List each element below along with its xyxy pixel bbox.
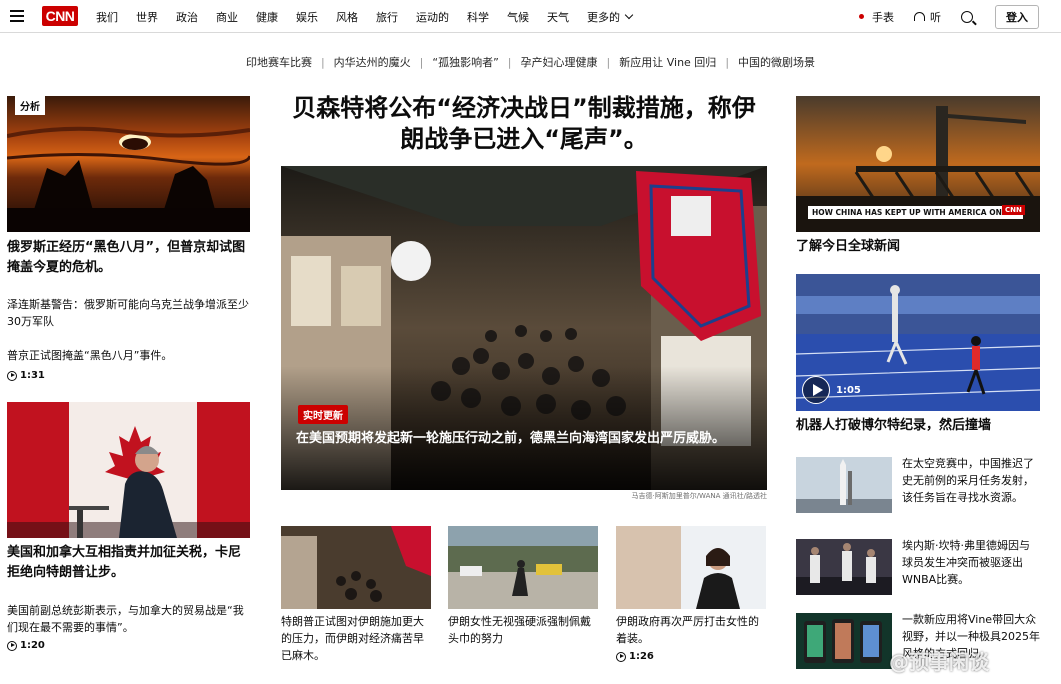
phones-scene <box>796 613 892 669</box>
trending-link[interactable]: 孕产妇心理健康 <box>521 54 598 70</box>
left-story-link-2[interactable]: 普京正试图掩盖“黑色八月”事件。 <box>7 347 252 364</box>
nav-link-science[interactable]: 科学 <box>467 9 489 25</box>
vine-app-photo[interactable] <box>796 613 892 669</box>
play-icon <box>7 640 17 651</box>
watch-label: 手表 <box>872 10 894 24</box>
street-scene <box>448 526 598 609</box>
thumb-scene <box>281 526 431 609</box>
video-play-badge[interactable]: 1:05 <box>802 376 861 404</box>
divider: | <box>419 55 424 69</box>
robot-race-video-thumb[interactable]: 1:05 <box>796 274 1040 411</box>
watch-button[interactable]: 手表 <box>859 9 894 25</box>
trending-bar: 印地赛车比赛 | 内华达州的魔火 | “孤独影响者” | 孕产妇心理健康 | 新应用让 … <box>0 54 1061 70</box>
video-duration[interactable]: 1:31 <box>7 370 45 381</box>
right-headline-2[interactable]: 机器人打破博尔特纪录，然后撞墙 <box>796 416 1040 436</box>
cnn-bug-logo: CNN <box>1002 205 1025 215</box>
video-duration[interactable]: 1:26 <box>616 651 654 662</box>
right-story-2[interactable]: 埃内斯·坎特·弗里德姆因与球员发生冲突而被驱逐出WNBA比赛。 <box>902 537 1040 588</box>
watermark-text: @预事闲谈 <box>889 650 989 674</box>
duration-label: 1:31 <box>20 370 45 381</box>
play-icon <box>7 370 17 381</box>
right-story-1[interactable]: 在太空竞赛中，中国推迟了史无前例的采月任务发射，该任务旨在寻找水资源。 <box>902 455 1040 506</box>
listen-label: 听 <box>930 10 941 24</box>
right-headline-1[interactable]: 了解今日全球新闻 <box>796 237 1040 257</box>
anchor-scene <box>616 526 766 609</box>
nav-link-world[interactable]: 世界 <box>136 9 158 25</box>
rocket-launch-photo[interactable] <box>796 457 892 513</box>
video-duration[interactable]: 1:20 <box>7 640 45 651</box>
thumb-street-photo[interactable] <box>448 526 598 609</box>
canada-flag-photo[interactable] <box>7 402 250 538</box>
china-ai-video-thumb[interactable]: HOW CHINA HAS KEPT UP WITH AMERICA ON A.… <box>796 96 1040 232</box>
live-updates-badge: 实时更新 <box>298 405 348 424</box>
divider: | <box>606 55 611 69</box>
analysis-tag: 分析 <box>15 96 45 115</box>
thumb-bazaar-photo[interactable] <box>281 526 431 609</box>
live-dot-icon <box>859 14 864 19</box>
menu-icon[interactable] <box>10 10 24 22</box>
play-icon <box>616 651 626 662</box>
trending-link[interactable]: 中国的微剧场景 <box>738 54 815 70</box>
nav-link-entertainment[interactable]: 娱乐 <box>296 9 318 25</box>
eclipse-photo[interactable]: 分析 <box>7 96 250 232</box>
divider: | <box>507 55 512 69</box>
trending-link[interactable]: “孤独影响者” <box>432 54 498 70</box>
nav-link-us[interactable]: 我们 <box>96 9 118 25</box>
thumb-anchor-photo[interactable] <box>616 526 766 609</box>
nav-link-sports[interactable]: 运动的 <box>416 9 449 25</box>
duration-label: 1:20 <box>20 640 45 651</box>
nav-utilities: 手表 听 登入 <box>859 0 1039 33</box>
thumb-story-3[interactable]: 伊朗政府再次严厉打击女性的着装。 <box>616 613 768 647</box>
left-headline-2[interactable]: 美国和加拿大互相指责并加征关税，卡尼拒绝向特朗普让步。 <box>7 543 252 583</box>
listen-button[interactable]: 听 <box>914 9 941 25</box>
flag-scene <box>7 402 250 538</box>
photo-credit: 马吉德·阿斯加里普尔/WANA 通讯社/路透社 <box>631 492 767 500</box>
nav-link-weather[interactable]: 天气 <box>547 9 569 25</box>
search-icon[interactable] <box>961 10 973 23</box>
nav-more-label: 更多的 <box>587 10 620 24</box>
rocket-scene <box>796 457 892 513</box>
headphones-icon <box>914 12 925 21</box>
top-navigation: CNN 我们 世界 政治 商业 健康 娱乐 风格 旅行 运动的 科学 气候 天气… <box>0 0 1061 33</box>
login-button[interactable]: 登入 <box>995 4 1039 29</box>
trending-link[interactable]: 印地赛车比赛 <box>246 54 312 70</box>
duration-label: 1:26 <box>629 651 654 662</box>
divider: | <box>320 55 325 69</box>
eclipse-scene <box>7 126 250 232</box>
basketball-photo[interactable] <box>796 539 892 595</box>
left-story-link-3[interactable]: 美国前副总统彭斯表示，与加拿大的贸易战是“我们现在最不需要的事情”。 <box>7 602 252 636</box>
nav-link-style[interactable]: 风格 <box>336 9 358 25</box>
nav-link-health[interactable]: 健康 <box>256 9 278 25</box>
nav-link-travel[interactable]: 旅行 <box>376 9 398 25</box>
video-caption-bar: HOW CHINA HAS KEPT UP WITH AMERICA ON A.… <box>808 206 1023 219</box>
duration-label: 1:05 <box>836 384 861 396</box>
nav-links: 我们 世界 政治 商业 健康 娱乐 风格 旅行 运动的 科学 气候 天气 更多的 <box>96 0 650 33</box>
nav-link-business[interactable]: 商业 <box>216 9 238 25</box>
trending-link[interactable]: 新应用让 Vine 回归 <box>619 54 716 70</box>
thumb-story-1[interactable]: 特朗普正试图对伊朗施加更大的压力，而伊朗对经济痛苦早已麻木。 <box>281 613 433 664</box>
nav-link-climate[interactable]: 气候 <box>507 9 529 25</box>
lead-overlay-text[interactable]: 在美国预期将发起新一轮施压行动之前，德黑兰向海湾国家发出严厉威胁。 <box>296 430 756 448</box>
play-icon <box>802 376 830 404</box>
trending-link[interactable]: 内华达州的魔火 <box>334 54 411 70</box>
left-story-link-1[interactable]: 泽连斯基警告：俄罗斯可能向乌克兰战争增派至少30万军队 <box>7 296 252 330</box>
chevron-down-icon <box>624 10 634 19</box>
basketball-scene <box>796 539 892 595</box>
left-headline-1[interactable]: 俄罗斯正经历“黑色八月”，但普京却试图掩盖今夏的危机。 <box>7 238 252 278</box>
nav-more-button[interactable]: 更多的 <box>587 9 634 25</box>
thumb-story-2[interactable]: 伊朗女性无视强硬派强制佩戴头巾的努力 <box>448 613 600 647</box>
divider: | <box>725 55 730 69</box>
cnn-logo[interactable]: CNN <box>42 6 78 26</box>
lead-headline[interactable]: 贝森特将公布“经济决战日”制裁措施，称伊朗战争已进入“尾声”。 <box>281 93 767 155</box>
nav-link-politics[interactable]: 政治 <box>176 9 198 25</box>
